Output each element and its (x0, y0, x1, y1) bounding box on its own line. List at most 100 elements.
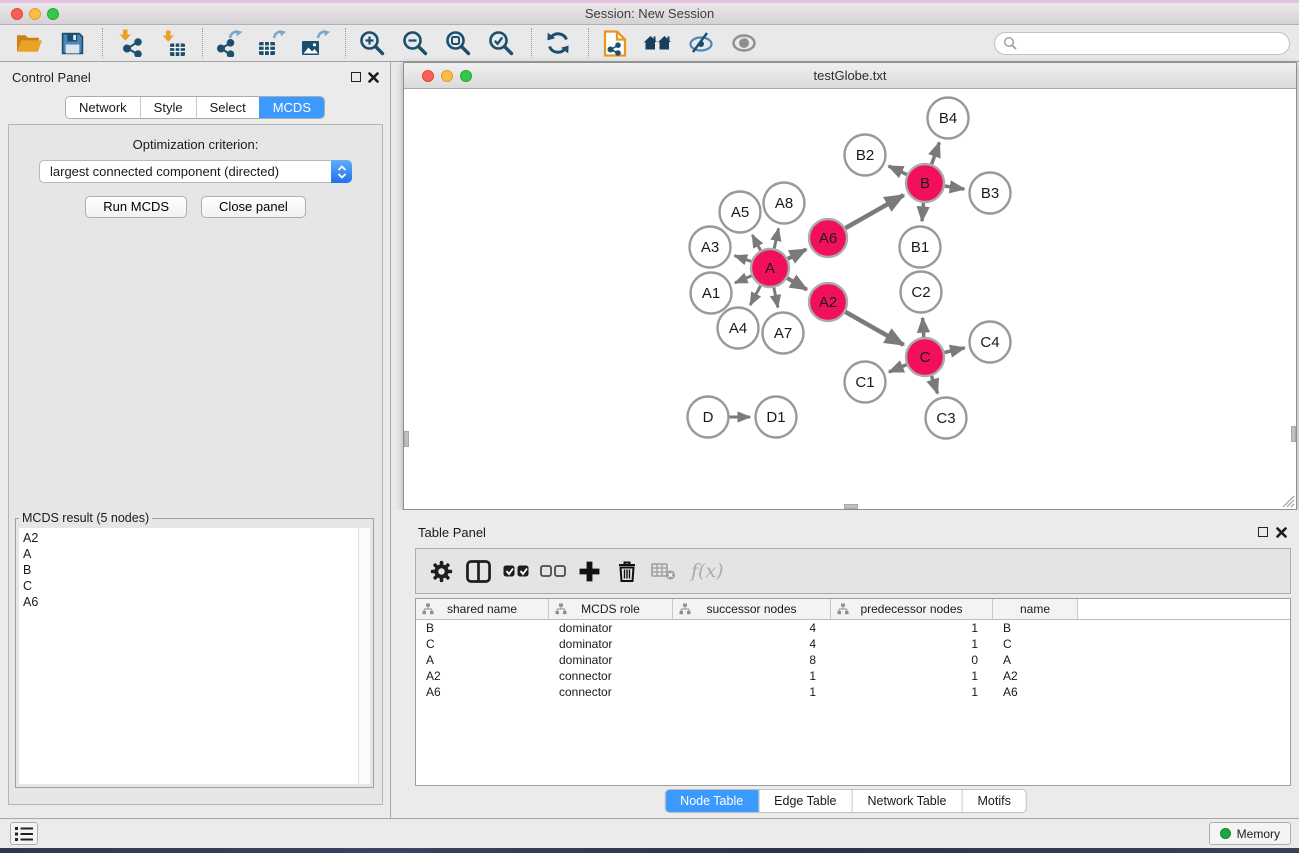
table-row[interactable]: A2connector11A2 (416, 668, 1290, 684)
close-panel-icon[interactable] (368, 72, 379, 83)
table-cell[interactable]: dominator (549, 637, 673, 651)
table-cell[interactable]: 1 (831, 621, 993, 635)
network-canvas[interactable]: B4B2BB3A8A5A6B1A3AC2A1A2A4A7C4CC1C3DD1 (404, 89, 1296, 509)
mcds-result-item[interactable]: C (19, 578, 358, 594)
graph-edge[interactable] (889, 365, 907, 372)
table-cell[interactable]: 1 (673, 669, 831, 683)
graph-edge[interactable] (923, 318, 924, 337)
open-session-icon[interactable] (14, 28, 44, 58)
graph-edge[interactable] (845, 195, 903, 228)
task-history-button[interactable] (10, 822, 38, 845)
graph-edge[interactable] (945, 186, 965, 189)
tab-style[interactable]: Style (140, 97, 196, 118)
graph-edge[interactable] (845, 312, 903, 345)
table-row[interactable]: Adominator80A (416, 652, 1290, 668)
export-table-icon[interactable] (257, 28, 287, 58)
memory-button[interactable]: Memory (1209, 822, 1291, 845)
table-cell[interactable]: A (416, 653, 549, 667)
table-cell[interactable]: A2 (993, 669, 1078, 683)
graph-edge[interactable] (922, 203, 923, 221)
table-cell[interactable]: 4 (673, 637, 831, 651)
table-cell[interactable]: 1 (831, 669, 993, 683)
show-columns-icon[interactable] (465, 558, 492, 585)
column-header-shared-name[interactable]: shared name (416, 599, 549, 619)
float-table-panel-icon[interactable] (1258, 527, 1268, 537)
left-scrollbar-thumb[interactable] (404, 431, 409, 447)
refresh-icon[interactable] (543, 28, 573, 58)
export-network-icon[interactable] (214, 28, 244, 58)
table-row[interactable]: Bdominator41B (416, 620, 1290, 636)
table-settings-icon[interactable] (428, 558, 455, 585)
graph-edge[interactable] (735, 276, 752, 283)
table-cell[interactable]: 1 (673, 685, 831, 699)
graph-edge[interactable] (932, 376, 938, 394)
mcds-result-item[interactable]: A2 (19, 530, 358, 546)
search-field[interactable] (994, 32, 1290, 55)
zoom-out-icon[interactable] (400, 28, 430, 58)
tab-network-table[interactable]: Network Table (852, 790, 962, 812)
table-cell[interactable]: 4 (673, 621, 831, 635)
first-neighbors-icon[interactable] (643, 28, 673, 58)
close-panel-button[interactable]: Close panel (201, 196, 306, 218)
mcds-result-item[interactable]: A6 (19, 594, 358, 610)
table-cell[interactable]: dominator (549, 621, 673, 635)
table-cell[interactable]: 0 (831, 653, 993, 667)
graph-edge[interactable] (774, 228, 778, 248)
resize-grip-icon[interactable] (1282, 495, 1295, 508)
table-cell[interactable]: B (993, 621, 1078, 635)
table-cell[interactable]: A6 (993, 685, 1078, 699)
criterion-select[interactable]: largest connected component (directed) (39, 160, 352, 183)
column-header-successor-nodes[interactable]: successor nodes (673, 599, 831, 619)
zoom-fit-icon[interactable] (443, 28, 473, 58)
export-image-icon[interactable] (300, 28, 330, 58)
tab-network[interactable]: Network (66, 97, 140, 118)
hide-selected-icon[interactable] (686, 28, 716, 58)
graph-edge[interactable] (774, 288, 778, 308)
import-network-icon[interactable] (114, 28, 144, 58)
table-cell[interactable]: 8 (673, 653, 831, 667)
table-cell[interactable]: C (416, 637, 549, 651)
mcds-result-item[interactable]: A (19, 546, 358, 562)
graph-edge[interactable] (944, 348, 964, 353)
add-column-icon[interactable] (576, 558, 603, 585)
tab-mcds[interactable]: MCDS (259, 97, 324, 118)
table-cell[interactable]: 1 (831, 637, 993, 651)
mcds-result-item[interactable]: B (19, 562, 358, 578)
delete-columns-icon[interactable] (613, 558, 640, 585)
table-cell[interactable]: 1 (831, 685, 993, 699)
table-cell[interactable]: B (416, 621, 549, 635)
column-header-predecessor-nodes[interactable]: predecessor nodes (831, 599, 993, 619)
tab-edge-table[interactable]: Edge Table (758, 790, 851, 812)
tab-motifs[interactable]: Motifs (961, 790, 1025, 812)
new-network-from-selection-icon[interactable] (600, 28, 630, 58)
graph-edge[interactable] (787, 278, 807, 289)
import-table-icon[interactable] (157, 28, 187, 58)
show-all-icon[interactable] (729, 28, 759, 58)
graph-edge[interactable] (750, 286, 760, 305)
table-cell[interactable]: A (993, 653, 1078, 667)
table-cell[interactable]: A2 (416, 669, 549, 683)
close-table-panel-icon[interactable] (1276, 527, 1287, 538)
graph-edge[interactable] (889, 166, 907, 175)
table-row[interactable]: A6connector11A6 (416, 684, 1290, 700)
graph-edge[interactable] (932, 143, 940, 165)
select-all-checkboxes-icon[interactable] (502, 558, 529, 585)
table-cell[interactable]: connector (549, 669, 673, 683)
tab-select[interactable]: Select (196, 97, 259, 118)
table-cell[interactable]: connector (549, 685, 673, 699)
deselect-all-checkboxes-icon[interactable] (539, 558, 566, 585)
zoom-in-icon[interactable] (357, 28, 387, 58)
column-header-MCDS-role[interactable]: MCDS role (549, 599, 673, 619)
zoom-selected-icon[interactable] (486, 28, 516, 58)
tab-node-table[interactable]: Node Table (665, 790, 758, 812)
right-scrollbar-thumb[interactable] (1291, 426, 1296, 442)
network-window-titlebar[interactable]: testGlobe.txt (404, 63, 1296, 89)
result-list-scrollbar[interactable] (358, 528, 370, 784)
table-cell[interactable]: C (993, 637, 1078, 651)
table-cell[interactable]: dominator (549, 653, 673, 667)
graph-edge[interactable] (735, 256, 752, 262)
run-mcds-button[interactable]: Run MCDS (85, 196, 187, 218)
table-cell[interactable]: A6 (416, 685, 549, 699)
table-row[interactable]: Cdominator41C (416, 636, 1290, 652)
search-input[interactable] (1022, 35, 1281, 51)
